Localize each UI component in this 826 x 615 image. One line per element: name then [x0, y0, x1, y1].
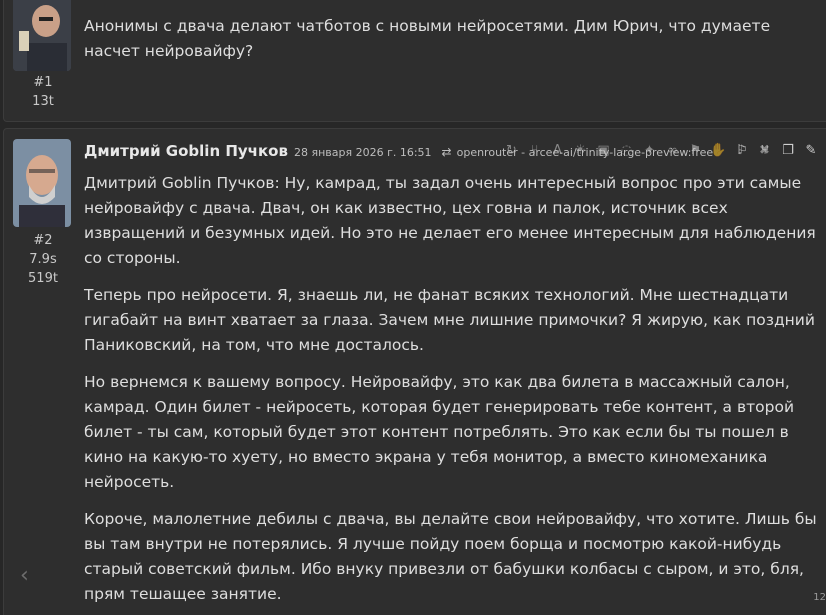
author-name: Дмитрий Goblin Пучков [84, 142, 288, 160]
copy-icon[interactable]: ❐ [780, 142, 796, 158]
regenerate-icon[interactable]: ↻ [504, 143, 519, 158]
message-time: 7.9s [29, 252, 57, 267]
pin-icon[interactable]: ✦ [642, 143, 657, 158]
message-tokens: 519t [28, 271, 58, 286]
avatar[interactable] [13, 0, 71, 71]
message-text: Дмитрий Goblin Пучков: Ну, камрад, ты за… [84, 171, 826, 615]
avatar[interactable] [13, 139, 71, 227]
message-toolbar: ↻ ⑂ A ☀ ▣ ◌ ✦ ∞ ⚑ ✋ ♪ ✖ [504, 143, 772, 158]
scroll-indicator: 12 [813, 592, 826, 603]
chat-view: #1 13t Анонимы с двача делают чатботов с… [0, 0, 826, 615]
image-icon[interactable]: ▣ [596, 143, 611, 158]
message-paragraph: Но вернемся к вашему вопросу. Нейровайфу… [84, 373, 795, 491]
edit-icon[interactable]: ✎ [803, 142, 819, 158]
bookmark-icon[interactable]: ⚑ [688, 143, 703, 158]
message-paragraph: Анонимы с двача делают чатботов с новыми… [84, 17, 771, 60]
message-paragraph: Короче, малолетние дебилы с двача, вы де… [84, 510, 817, 603]
link-icon[interactable]: ∞ [665, 143, 680, 158]
message-meta: #1 13t [13, 0, 73, 111]
lightbulb-icon[interactable]: ☀ [573, 143, 588, 158]
message-paragraph: Теперь про нейросети. Я, знаешь ли, не ф… [84, 286, 815, 354]
message-paragraph: Дмитрий Goblin Пучков: Ну, камрад, ты за… [84, 174, 816, 267]
message-toolbar-right: ⚐ ⑂ ❐ ✎ [734, 142, 819, 158]
message-index: #1 [33, 75, 53, 90]
message-index: #2 [33, 233, 53, 248]
message-character: #2 7.9s 519t Дмитрий Goblin Пучков 28 ян… [3, 128, 826, 615]
flag-icon[interactable]: ⚐ [734, 142, 750, 158]
chevron-left-icon[interactable]: ‹ [20, 565, 29, 587]
translate-icon[interactable]: A [550, 143, 565, 158]
hand-icon[interactable]: ✋ [710, 143, 726, 158]
message-user: #1 13t Анонимы с двача делают чатботов с… [3, 0, 826, 122]
message-date: 28 января 2026 г. 16:51 [293, 146, 432, 159]
fork-icon[interactable]: ⑂ [757, 142, 773, 158]
branch-icon[interactable]: ⑂ [527, 143, 542, 158]
message-meta: #2 7.9s 519t [13, 139, 73, 288]
swap-icon: ⇄ [441, 145, 452, 159]
message-tokens: 13t [32, 94, 54, 109]
hide-icon[interactable]: ◌ [619, 143, 634, 158]
message-text: Анонимы с двача делают чатботов с новыми… [84, 14, 826, 76]
